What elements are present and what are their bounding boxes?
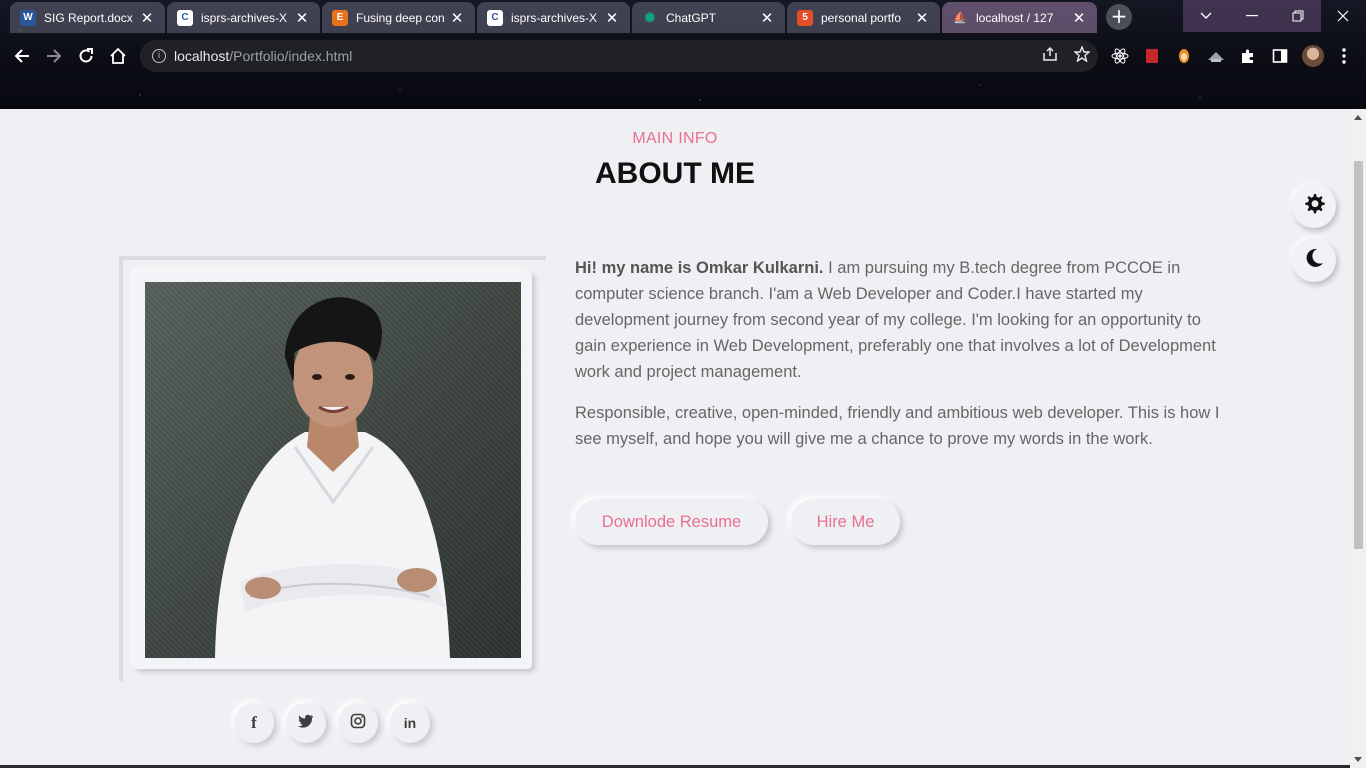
extensions-puzzle-icon[interactable] — [1238, 46, 1258, 66]
chatgpt-icon: ✺ — [644, 9, 656, 25]
section-subtitle: MAIN INFO — [632, 130, 718, 147]
home-icon[interactable] — [104, 42, 132, 70]
share-icon[interactable] — [1042, 46, 1058, 66]
orange-extension-icon[interactable] — [1174, 46, 1194, 66]
restore-icon[interactable] — [1275, 0, 1321, 32]
word-icon: W — [20, 9, 36, 26]
twitter-icon — [298, 714, 314, 732]
site-info-icon[interactable]: i — [152, 49, 166, 63]
reload-icon[interactable] — [72, 42, 100, 70]
more-menu-icon[interactable] — [1334, 46, 1354, 66]
copernicus-icon: C — [487, 9, 503, 26]
second-paragraph: Responsible, creative, open-minded, frie… — [575, 404, 1220, 448]
scroll-up-arrow-icon[interactable] — [1354, 115, 1362, 120]
facebook-icon: f — [251, 713, 257, 732]
tab-title: localhost / 127 — [976, 10, 1054, 25]
close-window-icon[interactable] — [1320, 0, 1366, 32]
tab-personal-portfolio[interactable]: 5 personal portfo ✕ — [787, 2, 940, 33]
profile-avatar[interactable] — [1301, 44, 1325, 68]
tab-chatgpt[interactable]: ✺ ChatGPT ✕ — [632, 2, 785, 33]
browser-chrome: W SIG Report.docx ✕ C isprs-archives-X ✕… — [0, 0, 1366, 109]
intro-name: Hi! my name is Omkar Kulkarni. — [575, 259, 824, 277]
profile-photo — [145, 282, 521, 658]
close-tab-icon[interactable]: ✕ — [1071, 9, 1087, 27]
close-tab-icon[interactable]: ✕ — [759, 9, 775, 27]
react-devtools-icon[interactable] — [1110, 46, 1130, 66]
close-tab-icon[interactable]: ✕ — [914, 9, 930, 27]
instagram-icon — [350, 713, 366, 733]
copernicus-icon: C — [177, 9, 193, 26]
close-tab-icon[interactable]: ✕ — [294, 9, 310, 27]
tab-title: Fusing deep con — [356, 10, 445, 25]
intro-paragraph: Hi! my name is Omkar Kulkarni. I am purs… — [575, 255, 1235, 385]
tool-extension-icon[interactable] — [1206, 46, 1226, 66]
tab-localhost[interactable]: ⛵ localhost / 127 ✕ — [942, 2, 1097, 33]
twitter-button[interactable] — [286, 703, 326, 743]
linkedin-icon: in — [403, 715, 417, 731]
tab-title: isprs-archives-X — [511, 10, 598, 25]
red-book-extension-icon[interactable] — [1142, 46, 1162, 66]
moon-icon — [1303, 247, 1325, 273]
settings-button[interactable] — [1292, 184, 1336, 228]
tab-title: SIG Report.docx — [44, 10, 133, 25]
tab-isprs-archives-2[interactable]: C isprs-archives-X ✕ — [477, 2, 630, 33]
about-text: Hi! my name is Omkar Kulkarni. I am purs… — [575, 255, 1235, 467]
tab-strip: W SIG Report.docx ✕ C isprs-archives-X ✕… — [0, 0, 1366, 34]
address-bar[interactable]: i localhost/Portfolio/index.html — [140, 40, 1098, 72]
close-tab-icon[interactable]: ✕ — [449, 9, 465, 27]
html5-icon: 5 — [797, 9, 813, 26]
page-title: ABOUT ME — [595, 157, 755, 190]
forward-arrow-icon[interactable] — [40, 42, 68, 70]
tab-isprs-archives-1[interactable]: C isprs-archives-X ✕ — [167, 2, 320, 33]
linkedin-button[interactable]: in — [390, 703, 430, 743]
avatar — [1302, 45, 1324, 67]
intro-text: I am pursuing my B.tech degree from PCCO… — [575, 259, 1216, 381]
instagram-button[interactable] — [338, 703, 378, 743]
url-path: /Portfolio/index.html — [229, 48, 353, 64]
profile-photo-card — [134, 271, 532, 669]
gear-icon — [1302, 192, 1326, 220]
tab-title: ChatGPT — [666, 10, 717, 25]
scroll-down-arrow-icon[interactable] — [1354, 757, 1362, 762]
about-section: MAIN INFO ABOUT ME f in Hi! my name is O… — [0, 109, 1350, 768]
dark-mode-toggle[interactable] — [1292, 238, 1336, 282]
back-arrow-icon[interactable] — [8, 42, 36, 70]
close-tab-icon[interactable]: ✕ — [604, 9, 620, 27]
minimize-icon[interactable] — [1229, 0, 1275, 32]
tab-title: personal portfo — [821, 10, 902, 25]
download-resume-button[interactable]: Downlode Resume — [575, 499, 768, 545]
bookmark-star-icon[interactable] — [1073, 45, 1091, 66]
tab-fusing-deep[interactable]: E Fusing deep con ✕ — [322, 2, 475, 33]
elsevier-icon: E — [332, 9, 348, 26]
hire-me-button[interactable]: Hire Me — [791, 499, 900, 545]
phpmyadmin-icon: ⛵ — [953, 12, 967, 24]
scrollbar-thumb[interactable] — [1354, 161, 1363, 549]
facebook-button[interactable]: f — [234, 703, 274, 743]
tab-search-icon[interactable] — [1183, 0, 1229, 32]
browser-toolbar: i localhost/Portfolio/index.html — [0, 38, 1366, 74]
tab-title: isprs-archives-X — [201, 10, 288, 25]
new-tab-button[interactable]: + — [1106, 4, 1132, 30]
page-scrollbar[interactable] — [1350, 109, 1366, 768]
side-panel-icon[interactable] — [1270, 46, 1290, 66]
close-tab-icon[interactable]: ✕ — [139, 9, 155, 27]
tab-sig-report[interactable]: W SIG Report.docx ✕ — [10, 2, 165, 33]
omnibox-actions — [1042, 45, 1091, 66]
url-host: localhost — [174, 48, 230, 64]
